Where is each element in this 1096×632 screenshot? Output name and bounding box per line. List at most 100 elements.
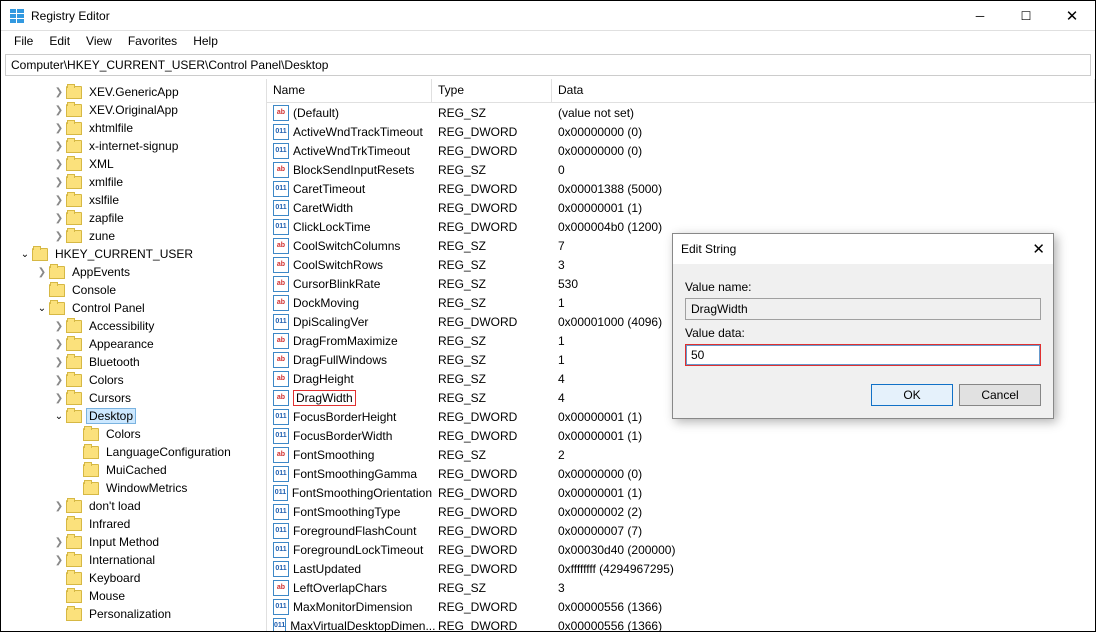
tree-item[interactable]: LanguageConfiguration [1,443,266,461]
header-name[interactable]: Name [267,79,432,102]
registry-value-row[interactable]: ab(Default)REG_SZ(value not set) [267,103,1095,122]
dialog-close-button[interactable]: ✕ [1032,240,1045,258]
registry-value-row[interactable]: 011ForegroundFlashCountREG_DWORD0x000000… [267,521,1095,540]
address-bar[interactable]: Computer\HKEY_CURRENT_USER\Control Panel… [5,54,1091,76]
tree-item[interactable]: ❯XEV.OriginalApp [1,101,266,119]
expander-icon[interactable]: ❯ [52,393,66,404]
expander-icon[interactable]: ❯ [52,87,66,98]
value-data-input[interactable] [686,345,1040,365]
expander-icon[interactable]: ❯ [52,375,66,386]
ok-button[interactable]: OK [871,384,953,406]
value-data: 0x00000007 (7) [552,524,1095,538]
tree-item[interactable]: ❯XML [1,155,266,173]
registry-value-row[interactable]: 011ForegroundLockTimeoutREG_DWORD0x00030… [267,540,1095,559]
expander-icon[interactable]: ❯ [52,339,66,350]
registry-value-row[interactable]: 011MaxVirtualDesktopDimen...REG_DWORD0x0… [267,616,1095,631]
tree-item[interactable]: ❯Bluetooth [1,353,266,371]
tree-item[interactable]: ❯x-internet-signup [1,137,266,155]
tree-item[interactable]: MuiCached [1,461,266,479]
expander-icon[interactable]: ❯ [52,141,66,152]
tree-item[interactable]: Console [1,281,266,299]
value-name: FontSmoothingGamma [293,467,417,481]
header-data[interactable]: Data [552,79,1095,102]
registry-value-row[interactable]: 011FocusBorderWidthREG_DWORD0x00000001 (… [267,426,1095,445]
tree-item[interactable]: Keyboard [1,569,266,587]
expander-icon[interactable]: ❯ [52,177,66,188]
dword-icon: 011 [273,466,289,482]
registry-value-row[interactable]: abLeftOverlapCharsREG_SZ3 [267,578,1095,597]
tree-item[interactable]: Personalization [1,605,266,623]
value-type: REG_DWORD [432,600,552,614]
expander-icon[interactable]: ❯ [52,123,66,134]
registry-value-row[interactable]: abFontSmoothingREG_SZ2 [267,445,1095,464]
value-type: REG_SZ [432,258,552,272]
header-type[interactable]: Type [432,79,552,102]
tree-item[interactable]: ⌄Desktop [1,407,266,425]
tree-item[interactable]: ❯Cursors [1,389,266,407]
expander-icon[interactable]: ⌄ [52,411,66,422]
expander-icon[interactable]: ❯ [52,231,66,242]
expander-icon[interactable]: ⌄ [35,303,49,314]
tree-label: MuiCached [103,463,170,477]
menu-edit[interactable]: Edit [42,32,77,50]
registry-value-row[interactable]: 011MaxMonitorDimensionREG_DWORD0x0000055… [267,597,1095,616]
value-name: DragWidth [293,390,356,406]
registry-value-row[interactable]: 011ActiveWndTrackTimeoutREG_DWORD0x00000… [267,122,1095,141]
expander-icon[interactable]: ❯ [52,537,66,548]
tree-item[interactable]: Infrared [1,515,266,533]
maximize-button[interactable]: ☐ [1003,1,1049,31]
expander-icon[interactable]: ❯ [35,267,49,278]
tree-item[interactable]: ⌄Control Panel [1,299,266,317]
edit-string-dialog: Edit String ✕ Value name: DragWidth Valu… [672,233,1054,419]
minimize-button[interactable]: ─ [957,1,1003,31]
registry-value-row[interactable]: abBlockSendInputResetsREG_SZ0 [267,160,1095,179]
value-name: FontSmoothing [293,448,374,462]
registry-value-row[interactable]: 011CaretTimeoutREG_DWORD0x00001388 (5000… [267,179,1095,198]
tree-item[interactable]: ❯xmlfile [1,173,266,191]
folder-icon [83,446,99,459]
registry-value-row[interactable]: 011LastUpdatedREG_DWORD0xffffffff (42949… [267,559,1095,578]
tree-item[interactable]: ❯zapfile [1,209,266,227]
expander-icon[interactable]: ❯ [52,501,66,512]
expander-icon[interactable]: ❯ [52,105,66,116]
registry-value-row[interactable]: 011FontSmoothingOrientationREG_DWORD0x00… [267,483,1095,502]
tree-item[interactable]: ❯zune [1,227,266,245]
tree-panel[interactable]: ❯XEV.GenericApp❯XEV.OriginalApp❯xhtmlfil… [1,79,267,631]
tree-item[interactable]: ❯Accessibility [1,317,266,335]
registry-value-row[interactable]: 011ActiveWndTrkTimeoutREG_DWORD0x0000000… [267,141,1095,160]
tree-label: Appearance [86,337,157,351]
close-button[interactable]: ✕ [1049,1,1095,31]
tree-item[interactable]: Colors [1,425,266,443]
tree-item[interactable]: ❯International [1,551,266,569]
menu-help[interactable]: Help [186,32,225,50]
expander-icon[interactable]: ❯ [52,321,66,332]
registry-value-row[interactable]: 011FontSmoothingTypeREG_DWORD0x00000002 … [267,502,1095,521]
tree-item[interactable]: ❯Colors [1,371,266,389]
expander-icon[interactable]: ❯ [52,213,66,224]
tree-item[interactable]: WindowMetrics [1,479,266,497]
expander-icon[interactable]: ❯ [52,357,66,368]
string-icon: ab [273,352,289,368]
expander-icon[interactable]: ❯ [52,195,66,206]
registry-value-row[interactable]: 011CaretWidthREG_DWORD0x00000001 (1) [267,198,1095,217]
tree-item[interactable]: Mouse [1,587,266,605]
menu-file[interactable]: File [7,32,40,50]
cancel-button[interactable]: Cancel [959,384,1041,406]
menu-view[interactable]: View [79,32,119,50]
tree-item[interactable]: ❯Input Method [1,533,266,551]
registry-value-row[interactable]: 011FontSmoothingGammaREG_DWORD0x00000000… [267,464,1095,483]
tree-item[interactable]: ❯xhtmlfile [1,119,266,137]
tree-item[interactable]: ❯XEV.GenericApp [1,83,266,101]
menu-favorites[interactable]: Favorites [121,32,184,50]
expander-icon[interactable]: ❯ [52,159,66,170]
expander-icon[interactable]: ⌄ [18,249,32,260]
folder-icon [49,284,65,297]
expander-icon[interactable]: ❯ [52,555,66,566]
tree-item[interactable]: ⌄HKEY_CURRENT_USER [1,245,266,263]
tree-item[interactable]: ❯xslfile [1,191,266,209]
tree-item[interactable]: ❯don't load [1,497,266,515]
value-type: REG_SZ [432,372,552,386]
tree-item[interactable]: ❯AppEvents [1,263,266,281]
tree-item[interactable]: ❯ Appearance [1,335,266,353]
folder-icon [66,158,82,171]
